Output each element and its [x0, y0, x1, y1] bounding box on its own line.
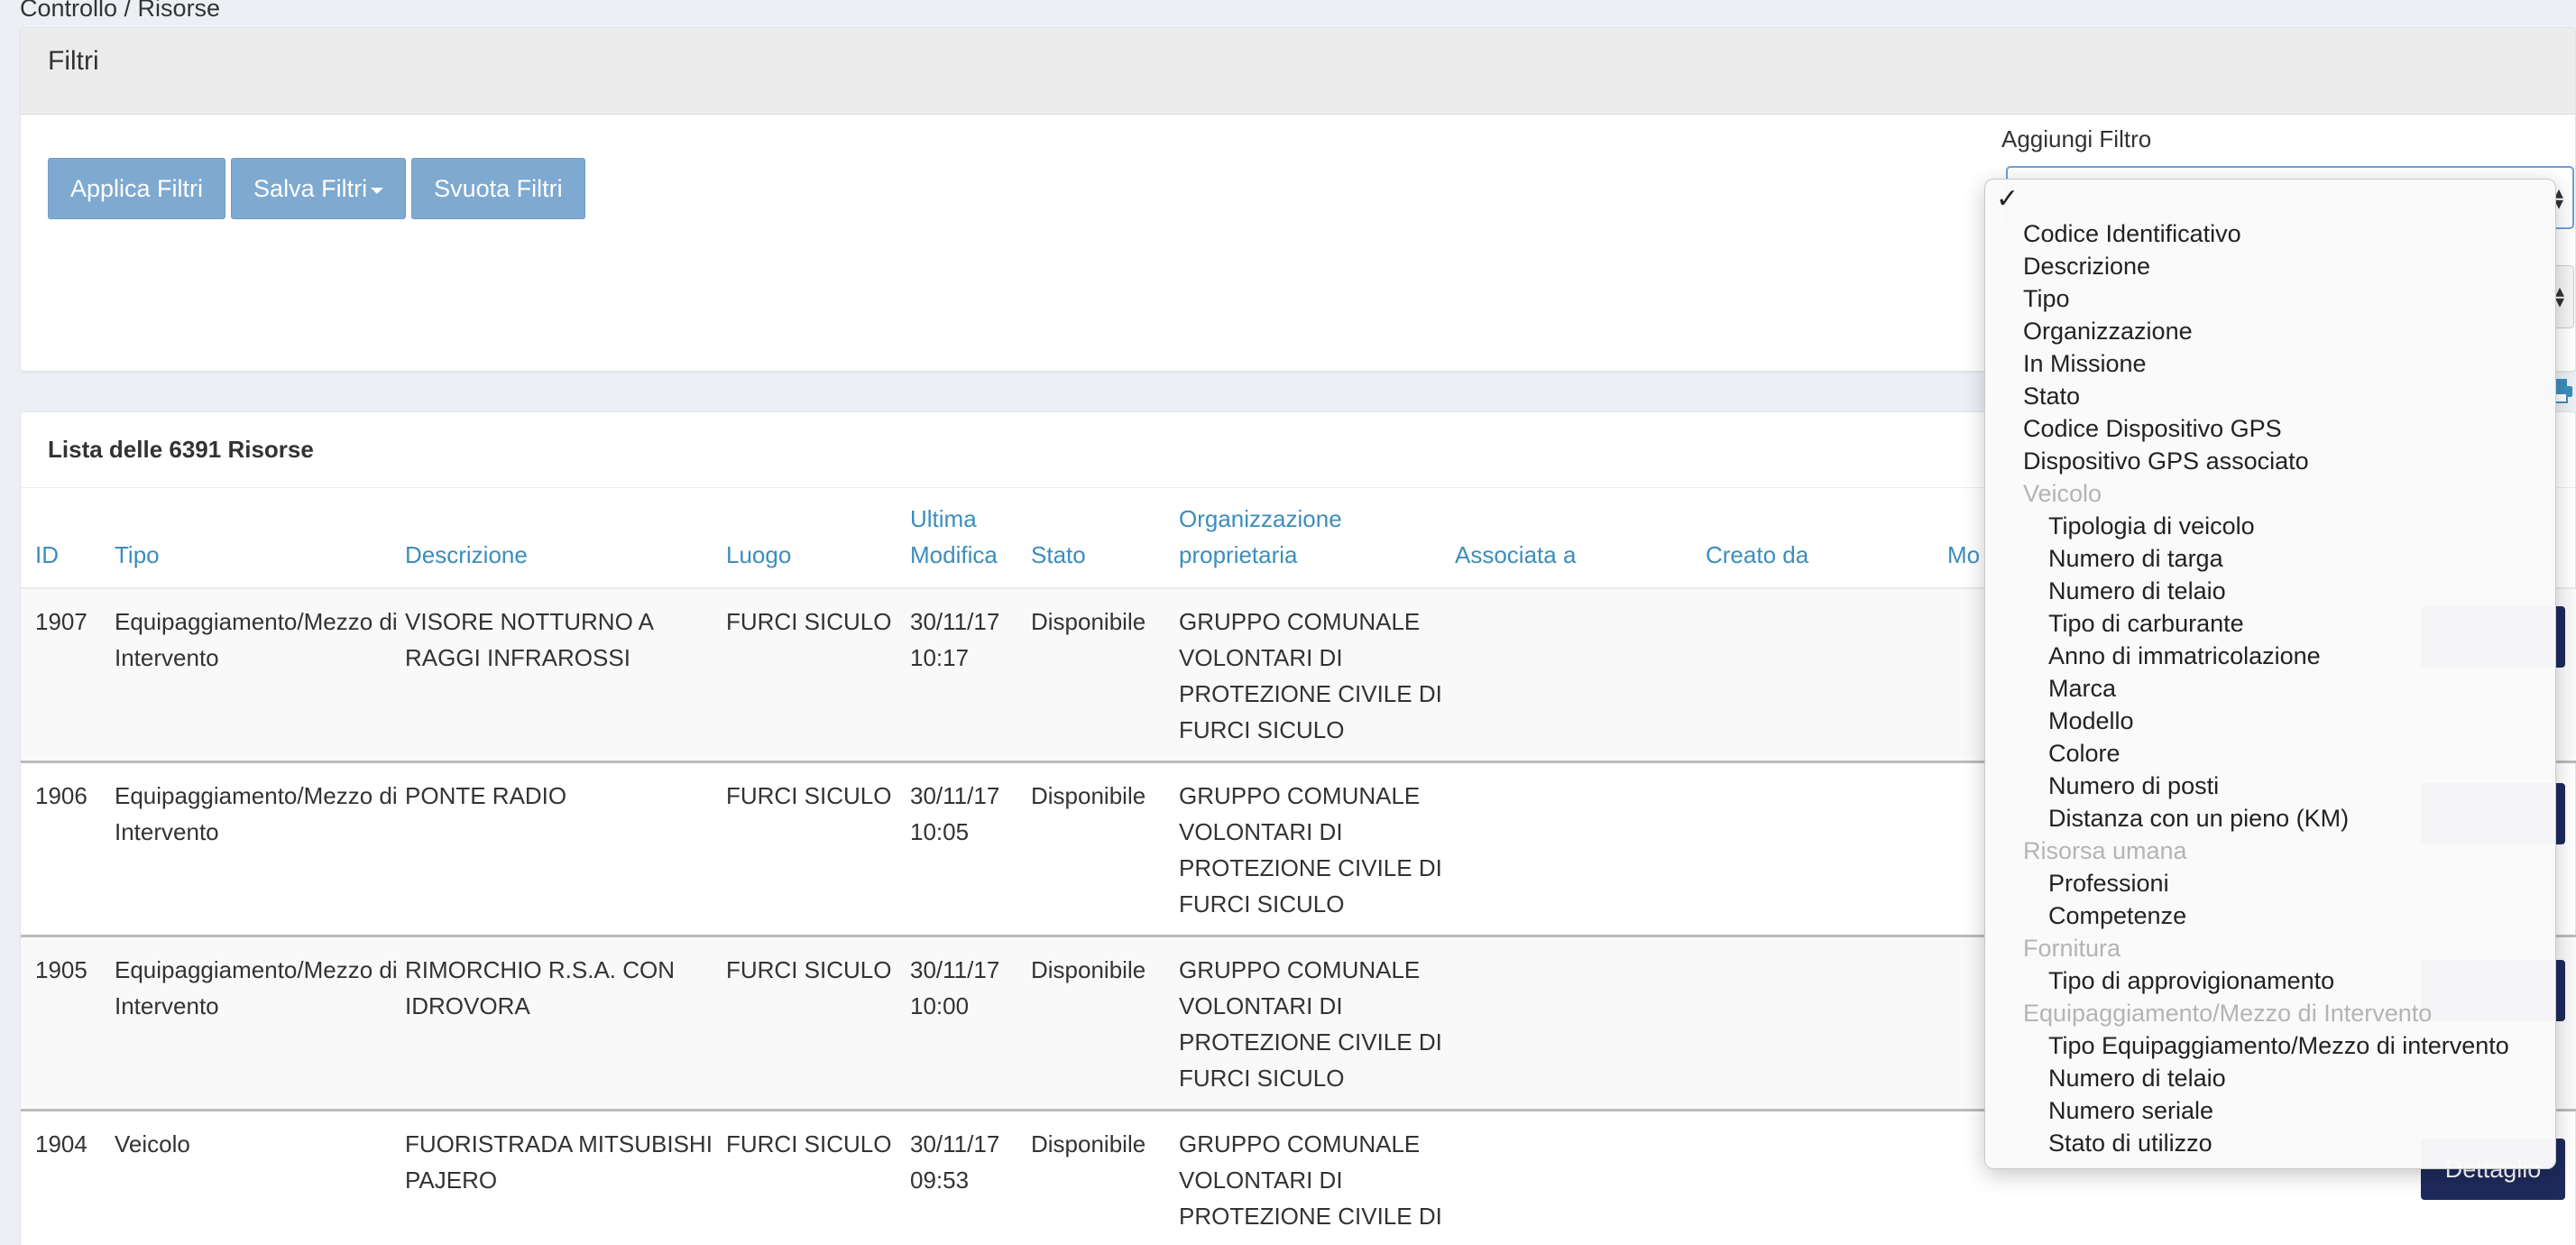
- dropdown-option[interactable]: Numero di targa: [1985, 542, 2555, 575]
- column-header-stato[interactable]: Stato: [1031, 488, 1179, 589]
- column-header-creato-da[interactable]: Creato da: [1706, 488, 1947, 589]
- clear-filters-label: Svuota Filtri: [434, 174, 563, 202]
- cell-descrizione: PONTE RADIO: [405, 761, 726, 937]
- selected-check-icon[interactable]: ✓: [1985, 183, 2555, 217]
- dropdown-option[interactable]: Stato di utilizzo: [1985, 1127, 2555, 1159]
- cell-creato: [1706, 588, 1947, 763]
- column-header-descrizione[interactable]: Descrizione: [405, 488, 726, 589]
- cell-id: 1907: [21, 588, 115, 763]
- dropdown-option[interactable]: Professioni: [1985, 867, 2555, 899]
- clear-filters-button[interactable]: Svuota Filtri: [411, 158, 585, 219]
- dropdown-group-header: Veicolo: [2023, 480, 2102, 507]
- dropdown-option[interactable]: Organizzazione: [1985, 315, 2555, 347]
- dropdown-option[interactable]: Tipologia di veicolo: [1985, 510, 2555, 542]
- column-header-ultima-modifica[interactable]: Ultima Modifica: [910, 488, 1031, 589]
- cell-creato: [1706, 1110, 1947, 1245]
- dropdown-option[interactable]: Codice Dispositivo GPS: [1985, 412, 2555, 445]
- dropdown-group-header: Fornitura: [2023, 935, 2121, 962]
- cell-stato: Disponibile: [1031, 588, 1179, 763]
- dropdown-option[interactable]: Numero di posti: [1985, 770, 2555, 802]
- cell-stato: Disponibile: [1031, 1110, 1179, 1245]
- add-filter-dropdown-menu: ✓ Codice Identificativo Descrizione Tipo Or…: [1984, 179, 2556, 1169]
- cell-luogo: FURCI SICULO: [726, 1110, 910, 1245]
- cell-associata: [1455, 761, 1706, 937]
- dropdown-option[interactable]: Numero di telaio: [1985, 575, 2555, 607]
- filters-title: Filtri: [21, 28, 2575, 115]
- cell-luogo: FURCI SICULO: [726, 936, 910, 1111]
- select-arrows-icon: ▴ ▾: [2554, 281, 2564, 312]
- dropdown-group-header: Risorsa umana: [2023, 837, 2187, 864]
- dropdown-option[interactable]: Numero seriale: [1985, 1094, 2555, 1127]
- cell-organizzazione: GRUPPO COMUNALE VOLONTARI DI PROTEZIONE …: [1179, 936, 1455, 1111]
- dropdown-option[interactable]: Tipo Equipaggiamento/Mezzo di intervento: [1985, 1029, 2555, 1062]
- save-filters-label: Salva Filtri: [253, 174, 368, 202]
- dropdown-option[interactable]: Tipo di carburante: [1985, 607, 2555, 640]
- cell-modifica: 30/11/17 10:17: [910, 588, 1031, 763]
- cell-organizzazione: GRUPPO COMUNALE VOLONTARI DI PROTEZIONE …: [1179, 761, 1455, 937]
- cell-luogo: FURCI SICULO: [726, 588, 910, 763]
- filter-buttons: Applica Filtri Salva Filtri Svuota Filtr…: [48, 158, 585, 219]
- dropdown-option[interactable]: Stato: [1985, 380, 2555, 412]
- cell-modifica: 30/11/17 10:00: [910, 936, 1031, 1111]
- caret-down-icon: [371, 187, 384, 194]
- dropdown-option[interactable]: Dispositivo GPS associato: [1985, 445, 2555, 477]
- dropdown-option[interactable]: Competenze: [1985, 899, 2555, 932]
- dropdown-option[interactable]: Tipo di approvigionamento: [1985, 964, 2555, 997]
- dropdown-group-header: Equipaggiamento/Mezzo di Intervento: [2023, 1000, 2433, 1027]
- dropdown-option[interactable]: Anno di immatricolazione: [1985, 640, 2555, 672]
- dropdown-option[interactable]: Descrizione: [1985, 250, 2555, 282]
- cell-organizzazione: GRUPPO COMUNALE VOLONTARI DI PROTEZIONE …: [1179, 588, 1455, 763]
- cell-id: 1904: [21, 1110, 115, 1245]
- cell-descrizione: FUORISTRADA MITSUBISHI PAJERO: [405, 1110, 726, 1245]
- cell-descrizione: VISORE NOTTURNO A RAGGI INFRAROSSI: [405, 588, 726, 763]
- column-header-luogo[interactable]: Luogo: [726, 488, 910, 589]
- cell-id: 1906: [21, 761, 115, 937]
- cell-modifica: 30/11/17 10:05: [910, 761, 1031, 937]
- cell-stato: Disponibile: [1031, 761, 1179, 937]
- cell-id: 1905: [21, 936, 115, 1111]
- breadcrumb: Controllo / Risorse: [20, 0, 221, 22]
- cell-luogo: FURCI SICULO: [726, 761, 910, 937]
- dropdown-option[interactable]: Marca: [1985, 672, 2555, 705]
- dropdown-option[interactable]: Colore: [1985, 737, 2555, 770]
- apply-filters-label: Applica Filtri: [70, 174, 204, 202]
- cell-tipo: Veicolo: [115, 1110, 405, 1245]
- dropdown-option[interactable]: Modello: [1985, 705, 2555, 737]
- dropdown-option[interactable]: Distanza con un pieno (KM): [1985, 802, 2555, 835]
- cell-associata: [1455, 1110, 1706, 1245]
- dropdown-option[interactable]: Codice Identificativo: [1985, 217, 2555, 250]
- cell-tipo: Equipaggiamento/Mezzo di Intervento: [115, 936, 405, 1111]
- dropdown-option[interactable]: Tipo: [1985, 282, 2555, 315]
- column-header-associata[interactable]: Associata a: [1455, 488, 1706, 589]
- cell-stato: Disponibile: [1031, 936, 1179, 1111]
- cell-tipo: Equipaggiamento/Mezzo di Intervento: [115, 588, 405, 763]
- cell-modifica: 30/11/17 09:53: [910, 1110, 1031, 1245]
- apply-filters-button[interactable]: Applica Filtri: [48, 158, 226, 219]
- add-filter-label: Aggiungi Filtro: [2001, 125, 2152, 152]
- cell-associata: [1455, 936, 1706, 1111]
- cell-organizzazione: GRUPPO COMUNALE VOLONTARI DI PROTEZIONE …: [1179, 1110, 1455, 1245]
- column-header-organizzazione[interactable]: Organizzazione proprietaria: [1179, 488, 1455, 589]
- column-header-id[interactable]: ID: [21, 488, 115, 589]
- cell-associata: [1455, 588, 1706, 763]
- cell-creato: [1706, 761, 1947, 937]
- cell-tipo: Equipaggiamento/Mezzo di Intervento: [115, 761, 405, 937]
- save-filters-button[interactable]: Salva Filtri: [231, 158, 407, 219]
- cell-creato: [1706, 936, 1947, 1111]
- column-header-tipo[interactable]: Tipo: [115, 488, 405, 589]
- dropdown-option[interactable]: In Missione: [1985, 347, 2555, 380]
- cell-descrizione: RIMORCHIO R.S.A. CON IDROVORA: [405, 936, 726, 1111]
- dropdown-option[interactable]: Numero di telaio: [1985, 1062, 2555, 1094]
